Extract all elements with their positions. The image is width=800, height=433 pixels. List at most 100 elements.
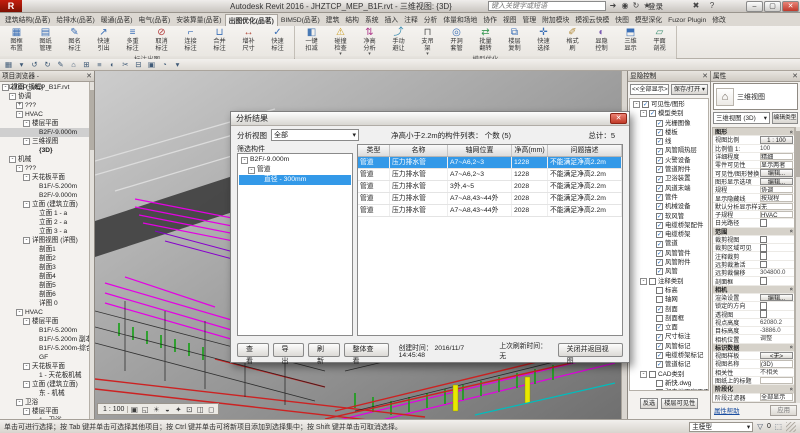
visibility-tree-item[interactable]: 轴网 (631, 295, 707, 304)
visibility-tree-item[interactable]: - CAD类别 (631, 370, 707, 379)
tree-item[interactable]: - 楼层平面 (0, 317, 89, 326)
tree-item[interactable]: - HVAC (0, 308, 89, 317)
invert-selection-button[interactable]: 反选 (640, 398, 658, 409)
checkbox[interactable] (656, 361, 663, 368)
ribbon-button[interactable]: ⊓ 支吊 架 ▾ (413, 27, 442, 56)
close-button[interactable]: ✕ (782, 1, 799, 12)
ribbon-button[interactable]: ↗ 快速 引出 (89, 27, 118, 56)
tree-item[interactable]: B1F/-5.200m 副本 : (0, 335, 89, 344)
properties-help-link[interactable]: 属性帮助 (714, 406, 740, 415)
ribbon-button[interactable]: ⊔ 合并 标注 (205, 27, 234, 56)
toolbar-icon[interactable]: ▾ (172, 60, 183, 70)
expander-icon[interactable]: - (23, 201, 30, 208)
tree-item[interactable]: 东 - 机械 (0, 389, 89, 398)
tree-item[interactable]: 立面 2 - a (0, 218, 89, 227)
apply-button[interactable]: 应用 (770, 405, 797, 416)
rendering-icon[interactable]: ✦ (173, 405, 183, 414)
table-row[interactable]: 管道 压力排水管 A7~A6,2~3 1228 不能满足净高2.2m (358, 169, 622, 181)
visibility-tree-item[interactable]: 电缆桥架标记 (631, 351, 707, 360)
checkbox[interactable] (642, 101, 649, 108)
edit-type-button[interactable]: 编辑类型 (772, 112, 798, 124)
close-return-button[interactable]: 关闭并返回视图 (558, 343, 623, 357)
visibility-tree-item[interactable]: 新快.dwg (631, 379, 707, 388)
ribbon-button[interactable]: ◐ 显隐 控制 (587, 27, 616, 56)
expander-icon[interactable]: - (640, 110, 647, 117)
col-name[interactable]: 名称 (390, 145, 448, 156)
expander-icon[interactable]: - (640, 278, 647, 285)
ribbon-button[interactable]: ⇄ 批量 翻转 (471, 27, 500, 56)
checkbox[interactable] (656, 194, 663, 201)
tree-item[interactable]: - HVAC (0, 110, 89, 119)
expander-icon[interactable]: - (16, 111, 23, 118)
ribbon-tab[interactable]: 建筑 (323, 14, 343, 26)
search-input[interactable] (488, 1, 606, 11)
toolbar-icon[interactable]: ▾ (16, 60, 27, 70)
ribbon-button[interactable]: ⊘ 取消 标注 (147, 27, 176, 56)
checkbox[interactable] (656, 213, 663, 220)
tree-item[interactable]: - 天花板平面 (0, 173, 89, 182)
expander-icon[interactable]: - (2, 84, 9, 91)
expander-icon[interactable]: - (16, 399, 23, 406)
ribbon-tab[interactable]: 快图 (612, 14, 632, 26)
toolbar-icon[interactable]: ◐ (107, 60, 118, 70)
expander-icon[interactable]: - (633, 101, 640, 108)
signin-button[interactable]: 登录 (648, 1, 663, 12)
checkbox[interactable] (656, 129, 663, 136)
toolbar-icon[interactable]: ⊞ (81, 60, 92, 70)
toolbar-icon[interactable]: ⌂ (68, 60, 79, 70)
browser-scrollbar[interactable] (89, 82, 94, 419)
detail-level-icon[interactable]: ▣ (129, 405, 139, 414)
expander-icon[interactable]: - (23, 318, 30, 325)
tree-item[interactable]: - 视图 (规程) (0, 83, 89, 92)
instance-select[interactable]: 三维视图 (3D) ▾ (713, 112, 770, 124)
tree-item[interactable]: - 立面 (建筑立面) (0, 200, 89, 209)
checkbox[interactable] (656, 231, 663, 238)
ribbon-tab[interactable]: 暖通(品茗) (98, 14, 136, 26)
ribbon-button[interactable]: ▤ 图纸 管理 (31, 27, 60, 56)
checkbox[interactable] (656, 268, 663, 275)
expander-icon[interactable]: - (23, 237, 30, 244)
crop-region-icon[interactable]: ◫ (195, 405, 205, 414)
ribbon-tab[interactable]: 协作 (480, 14, 500, 26)
ribbon-button[interactable]: ▱ 平面 剖视 (645, 27, 674, 56)
visibility-tree-item[interactable]: 标高 (631, 286, 707, 295)
refresh-button[interactable]: 刷新 (308, 343, 340, 357)
reveal-hidden-icon[interactable]: ◻ (206, 405, 216, 414)
visibility-tree-item[interactable]: 管道附件 (631, 165, 707, 174)
tree-item[interactable]: - 楼层平面 (0, 119, 89, 128)
ribbon-button[interactable]: ⧉ 楼层 复制 (500, 27, 529, 56)
tree-item[interactable]: - 立面 (建筑立面) (0, 380, 89, 389)
tree-item[interactable]: {3D} (0, 146, 89, 155)
show-all-select[interactable]: <<全部显示>> (630, 84, 669, 95)
overall-view-button[interactable]: 整体查看 (344, 343, 389, 357)
properties-scrollbar[interactable] (795, 127, 800, 403)
tree-item[interactable]: B2F/-9.000m (0, 128, 89, 137)
ribbon-button[interactable]: ⬒ 三维 显示 (616, 27, 645, 56)
close-icon[interactable]: ✕ (792, 71, 798, 81)
visibility-tree-item[interactable]: 管件 (631, 193, 707, 202)
checkbox[interactable] (656, 287, 663, 294)
toolbar-icon[interactable]: ✂ (120, 60, 131, 70)
tree-item[interactable]: B1F/-5.200m (0, 326, 89, 335)
visibility-tree-item[interactable]: - 可见性/图形 (631, 100, 707, 109)
ribbon-tab[interactable]: 管理 (520, 14, 540, 26)
minimize-button[interactable]: – (746, 1, 763, 12)
expander-icon[interactable]: - (23, 408, 30, 415)
tree-item[interactable]: - 机械 (0, 155, 89, 164)
select-toggle-icon[interactable]: ⬚ (775, 422, 782, 431)
maximize-button[interactable]: ▢ (764, 1, 781, 12)
visibility-tree-item[interactable]: 卫浴装置 (631, 174, 707, 183)
expander-icon[interactable]: - (23, 174, 30, 181)
table-row[interactable]: 管道 压力排水管 3外,4~5 2028 不能满足净高2.2m (358, 181, 622, 193)
visibility-tree-item[interactable]: 软风管 (631, 212, 707, 221)
checkbox[interactable] (656, 324, 663, 331)
checkbox[interactable] (649, 278, 656, 285)
tree-item[interactable]: 详图 0 (0, 299, 89, 308)
toolbar-icon[interactable]: ↻ (42, 60, 53, 70)
visibility-tree-item[interactable]: - 注释类别 (631, 277, 707, 286)
visibility-tree-item[interactable]: 风管隔热层 (631, 146, 707, 155)
tree-item[interactable]: - 天花板平面 (0, 362, 89, 371)
checkbox[interactable] (656, 380, 663, 387)
ribbon-button[interactable]: ✛ 快速 选择 (529, 27, 558, 56)
tree-item[interactable]: 剖面4 (0, 272, 89, 281)
